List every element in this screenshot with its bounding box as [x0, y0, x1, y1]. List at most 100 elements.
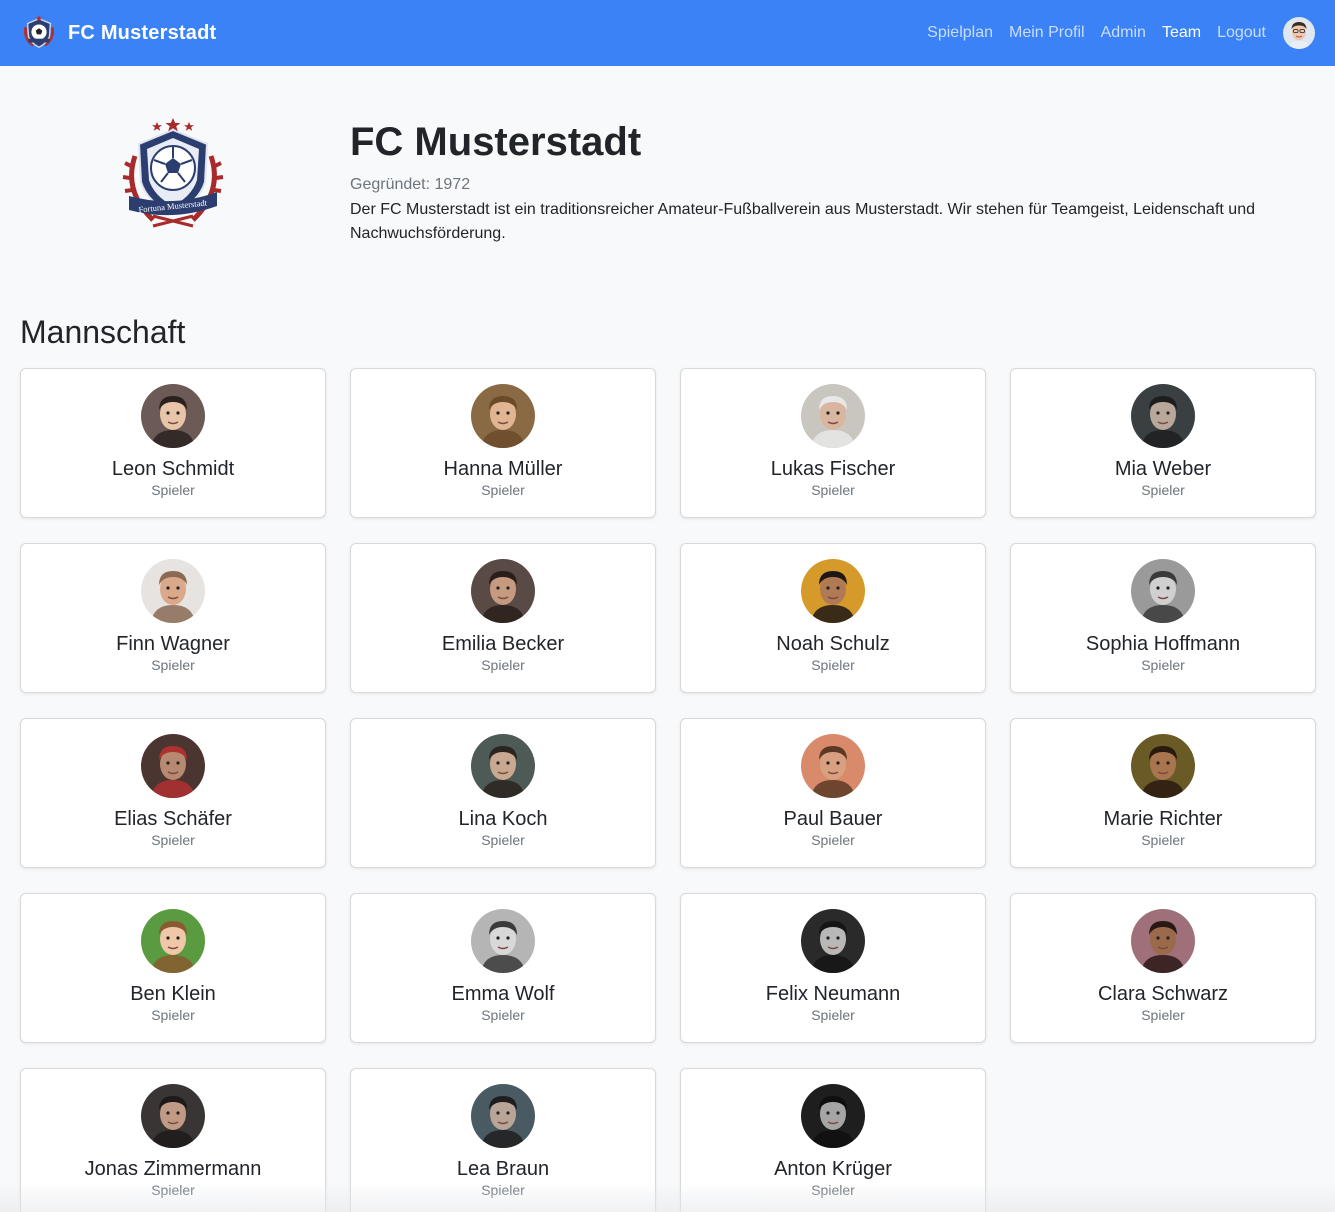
player-photo-icon — [1131, 909, 1195, 973]
player-name: Anton Krüger — [774, 1158, 892, 1180]
player-avatar — [1131, 734, 1195, 798]
player-name: Lukas Fischer — [770, 458, 896, 480]
nav-links: Spielplan Mein Profil Admin Team Logout — [927, 17, 1315, 49]
player-role: Spieler — [481, 832, 525, 848]
player-name: Marie Richter — [1103, 808, 1223, 830]
player-avatar — [141, 384, 205, 448]
player-avatar — [141, 1084, 205, 1148]
player-name: Lina Koch — [458, 808, 548, 830]
club-header: Fortuna Musterstadt FC Musterstadt Gegrü… — [0, 66, 1335, 246]
player-photo-icon — [1131, 559, 1195, 623]
player-card[interactable]: Felix Neumann Spieler — [680, 893, 986, 1043]
player-photo-icon — [141, 734, 205, 798]
player-name: Paul Bauer — [783, 808, 883, 830]
club-founded: Gegründet: 1972 — [350, 176, 471, 193]
player-role: Spieler — [481, 657, 525, 673]
player-card[interactable]: Lukas Fischer Spieler — [680, 368, 986, 518]
player-photo-icon — [801, 559, 865, 623]
player-avatar — [801, 1084, 865, 1148]
player-card[interactable]: Paul Bauer Spieler — [680, 718, 986, 868]
club-info: FC Musterstadt Gegründet: 1972 Der FC Mu… — [350, 114, 1315, 246]
player-role: Spieler — [151, 832, 195, 848]
player-card[interactable]: Lea Braun Spieler — [350, 1068, 656, 1212]
brand[interactable]: FC Musterstadt — [20, 14, 216, 52]
player-avatar — [1131, 909, 1195, 973]
player-name: Emilia Becker — [441, 633, 565, 655]
player-role: Spieler — [811, 1007, 855, 1023]
player-card[interactable]: Emma Wolf Spieler — [350, 893, 656, 1043]
player-avatar — [801, 384, 865, 448]
player-avatar — [1131, 384, 1195, 448]
player-name: Clara Schwarz — [1097, 983, 1229, 1005]
player-role: Spieler — [1141, 657, 1185, 673]
player-photo-icon — [141, 384, 205, 448]
player-role: Spieler — [481, 1182, 525, 1198]
player-role: Spieler — [811, 657, 855, 673]
player-photo-icon — [471, 384, 535, 448]
user-avatar[interactable] — [1283, 17, 1315, 49]
club-description: Der FC Musterstadt ist ein traditionsrei… — [350, 201, 1255, 242]
player-name: Ben Klein — [130, 983, 216, 1005]
user-avatar-icon — [1283, 17, 1315, 49]
top-navbar: FC Musterstadt Spielplan Mein Profil Adm… — [0, 0, 1335, 66]
club-crest-icon: Fortuna Musterstadt — [122, 118, 224, 228]
player-card[interactable]: Noah Schulz Spieler — [680, 543, 986, 693]
player-grid: Leon Schmidt Spieler Hanna Müller Spieler Lu… — [0, 352, 1335, 1212]
player-name: Sophia Hoffmann — [1085, 633, 1241, 655]
player-card[interactable]: Elias Schäfer Spieler — [20, 718, 326, 868]
nav-link-logout[interactable]: Logout — [1217, 24, 1266, 42]
club-logo-wrap: Fortuna Musterstadt — [20, 114, 326, 246]
player-role: Spieler — [811, 482, 855, 498]
player-name: Hanna Müller — [443, 458, 563, 480]
player-card[interactable]: Hanna Müller Spieler — [350, 368, 656, 518]
club-title: FC Musterstadt — [350, 120, 642, 164]
player-name: Jonas Zimmermann — [84, 1158, 262, 1180]
player-role: Spieler — [481, 1007, 525, 1023]
nav-link-mein-profil[interactable]: Mein Profil — [1009, 24, 1085, 42]
nav-link-admin[interactable]: Admin — [1101, 24, 1146, 42]
player-avatar — [801, 909, 865, 973]
player-photo-icon — [1131, 734, 1195, 798]
player-avatar — [801, 734, 865, 798]
player-card[interactable]: Clara Schwarz Spieler — [1010, 893, 1316, 1043]
player-card[interactable]: Lina Koch Spieler — [350, 718, 656, 868]
player-name: Lea Braun — [456, 1158, 550, 1180]
player-name: Felix Neumann — [765, 983, 901, 1005]
player-card[interactable]: Jonas Zimmermann Spieler — [20, 1068, 326, 1212]
player-photo-icon — [801, 909, 865, 973]
player-card[interactable]: Mia Weber Spieler — [1010, 368, 1316, 518]
player-photo-icon — [801, 1084, 865, 1148]
player-card[interactable]: Marie Richter Spieler — [1010, 718, 1316, 868]
team-section-title: Mannschaft — [20, 314, 186, 350]
player-avatar — [471, 384, 535, 448]
player-name: Mia Weber — [1114, 458, 1212, 480]
player-role: Spieler — [811, 832, 855, 848]
player-photo-icon — [141, 559, 205, 623]
player-avatar — [471, 559, 535, 623]
player-card[interactable]: Ben Klein Spieler — [20, 893, 326, 1043]
player-photo-icon — [471, 734, 535, 798]
player-name: Noah Schulz — [776, 633, 890, 655]
nav-link-team[interactable]: Team — [1162, 24, 1201, 42]
player-role: Spieler — [1141, 1007, 1185, 1023]
player-role: Spieler — [151, 482, 195, 498]
player-avatar — [141, 734, 205, 798]
player-card[interactable]: Anton Krüger Spieler — [680, 1068, 986, 1212]
player-avatar — [141, 559, 205, 623]
player-card[interactable]: Finn Wagner Spieler — [20, 543, 326, 693]
brand-name: FC Musterstadt — [68, 21, 217, 44]
player-role: Spieler — [1141, 832, 1185, 848]
player-photo-icon — [801, 734, 865, 798]
player-photo-icon — [801, 384, 865, 448]
player-avatar — [471, 1084, 535, 1148]
player-card[interactable]: Leon Schmidt Spieler — [20, 368, 326, 518]
player-card[interactable]: Emilia Becker Spieler — [350, 543, 656, 693]
player-role: Spieler — [151, 1007, 195, 1023]
player-avatar — [471, 734, 535, 798]
nav-link-spielplan[interactable]: Spielplan — [927, 24, 993, 42]
player-photo-icon — [471, 909, 535, 973]
player-role: Spieler — [1141, 482, 1185, 498]
player-card[interactable]: Sophia Hoffmann Spieler — [1010, 543, 1316, 693]
player-name: Leon Schmidt — [111, 458, 235, 480]
player-photo-icon — [471, 1084, 535, 1148]
